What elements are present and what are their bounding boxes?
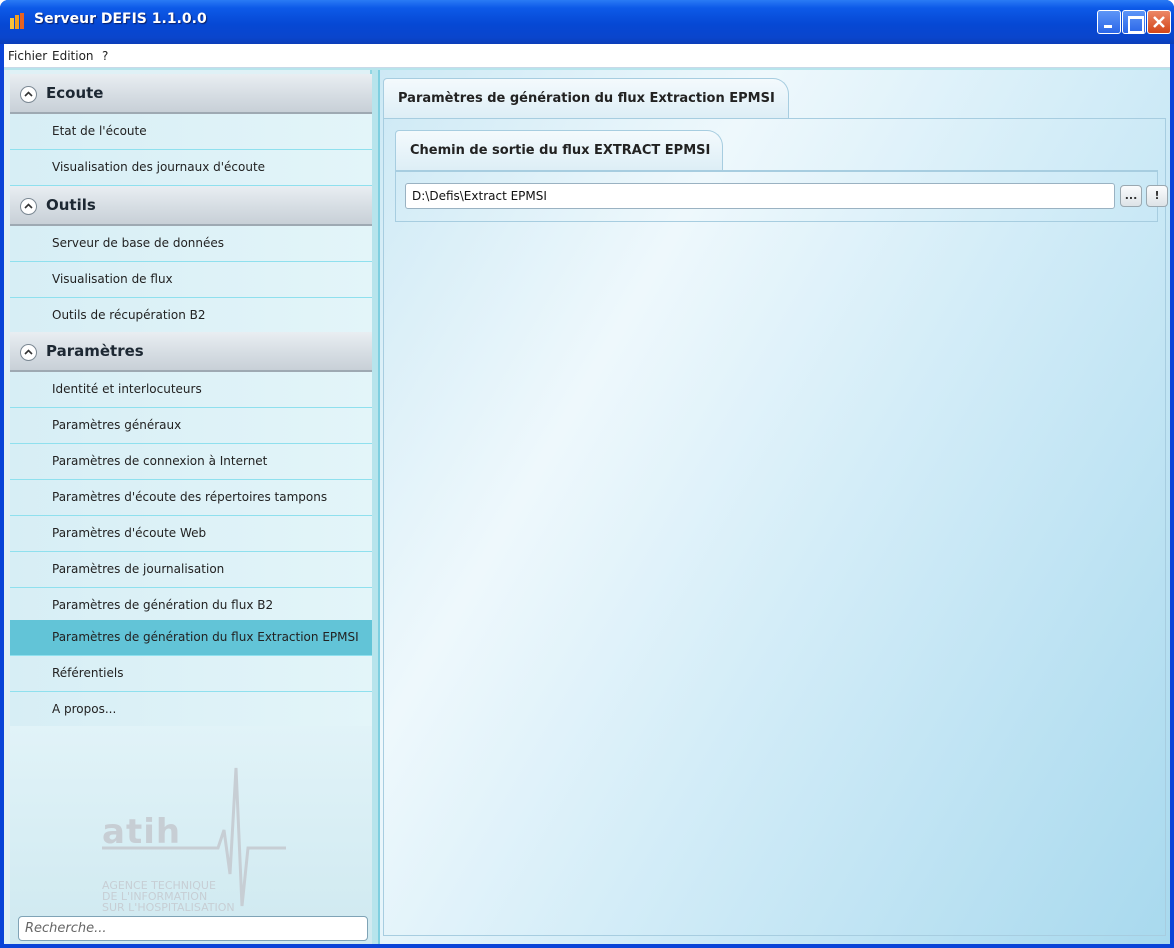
sidebar-item-label: Identité et interlocuteurs [52,382,202,396]
menu-bar: Fichier Edition ? [4,44,1170,68]
app-window: Serveur DEFIS 1.1.0.0 Fichier Edition ? … [0,0,1174,948]
sidebar-item-outils-b2[interactable]: Outils de récupération B2 [10,298,372,334]
sidebar-item-serveur-bdd[interactable]: Serveur de base de données [10,226,372,262]
sidebar-item-journalisation[interactable]: Paramètres de journalisation [10,552,372,588]
sidebar-item-label: Paramètres d'écoute Web [52,526,207,540]
tab-label: Chemin de sortie du flux EXTRACT EPMSI [410,143,711,158]
validate-button[interactable]: ! [1146,185,1168,207]
sidebar-item-label: Etat de l'écoute [52,124,147,138]
sidebar-item-label: Paramètres de connexion à Internet [52,454,268,468]
sidebar-item-connexion-internet[interactable]: Paramètres de connexion à Internet [10,444,372,480]
tab-chemin-sortie[interactable]: Chemin de sortie du flux EXTRACT EPMSI [395,130,723,170]
sidebar-item-visualisation-flux[interactable]: Visualisation de flux [10,262,372,298]
sidebar-item-label: Visualisation des journaux d'écoute [52,160,266,174]
sidebar-item-a-propos[interactable]: A propos... [10,692,372,728]
group-header-ecoute[interactable]: Ecoute [10,74,372,114]
sidebar-item-ecoute-repertoires[interactable]: Paramètres d'écoute des répertoires tamp… [10,480,372,516]
title-bar[interactable]: Serveur DEFIS 1.1.0.0 [0,0,1174,44]
sidebar-item-label: Paramètres de génération du flux Extract… [52,630,359,644]
group-title: Paramètres [46,342,144,360]
menu-help[interactable]: ? [102,49,108,63]
sidebar-item-label: Référentiels [52,666,124,680]
sidebar-item-label: Paramètres de génération du flux B2 [52,598,274,612]
group-header-parametres[interactable]: Paramètres [10,332,372,372]
browse-button[interactable]: ... [1120,185,1142,207]
close-icon [1153,16,1165,28]
maximize-button[interactable] [1122,10,1146,34]
output-path-input[interactable] [406,184,1114,208]
sidebar-item-ecoute-web[interactable]: Paramètres d'écoute Web [10,516,372,552]
settings-panel [383,118,1166,936]
tab-flux-extraction-epmsi[interactable]: Paramètres de génération du flux Extract… [383,78,789,118]
tab-label: Paramètres de génération du flux Extract… [398,91,775,106]
sidebar-item-label: Visualisation de flux [52,272,173,286]
close-button[interactable] [1147,10,1171,34]
search-box[interactable] [18,916,368,941]
menu-edition[interactable]: Edition [52,49,94,63]
logo-subtitle: AGENCE TECHNIQUE DE L'INFORMATION SUR L'… [102,879,235,914]
output-path-field[interactable] [405,183,1115,209]
sidebar-item-label: Outils de récupération B2 [52,308,206,322]
sidebar-item-label: Paramètres généraux [52,418,182,432]
logo-wordmark: atih [102,812,182,852]
sidebar-item-etat-ecoute[interactable]: Etat de l'écoute [10,114,372,150]
sidebar-item-flux-extraction-epmsi[interactable]: Paramètres de génération du flux Extract… [10,620,372,656]
group-title: Outils [46,196,96,214]
sidebar-item-journaux-ecoute[interactable]: Visualisation des journaux d'écoute [10,150,372,186]
minimize-button[interactable] [1097,10,1121,34]
chevron-up-icon[interactable] [20,86,37,103]
sidebar-item-label: Serveur de base de données [52,236,225,250]
sidebar-item-label: Paramètres d'écoute des répertoires tamp… [52,490,328,504]
chevron-up-icon[interactable] [20,198,37,215]
group-header-outils[interactable]: Outils [10,186,372,226]
search-input[interactable] [19,917,367,940]
menu-fichier[interactable]: Fichier [8,49,47,63]
chevron-up-icon[interactable] [20,344,37,361]
sidebar-item-label: Paramètres de journalisation [52,562,225,576]
sidebar-item-identite[interactable]: Identité et interlocuteurs [10,372,372,408]
sidebar-item-flux-b2[interactable]: Paramètres de génération du flux B2 [10,588,372,624]
group-title: Ecoute [46,84,104,102]
app-icon [10,13,24,29]
sidebar-item-referentiels[interactable]: Référentiels [10,656,372,692]
sidebar-item-label: A propos... [52,702,117,716]
window-title: Serveur DEFIS 1.1.0.0 [34,11,207,27]
sidebar-item-parametres-generaux[interactable]: Paramètres généraux [10,408,372,444]
